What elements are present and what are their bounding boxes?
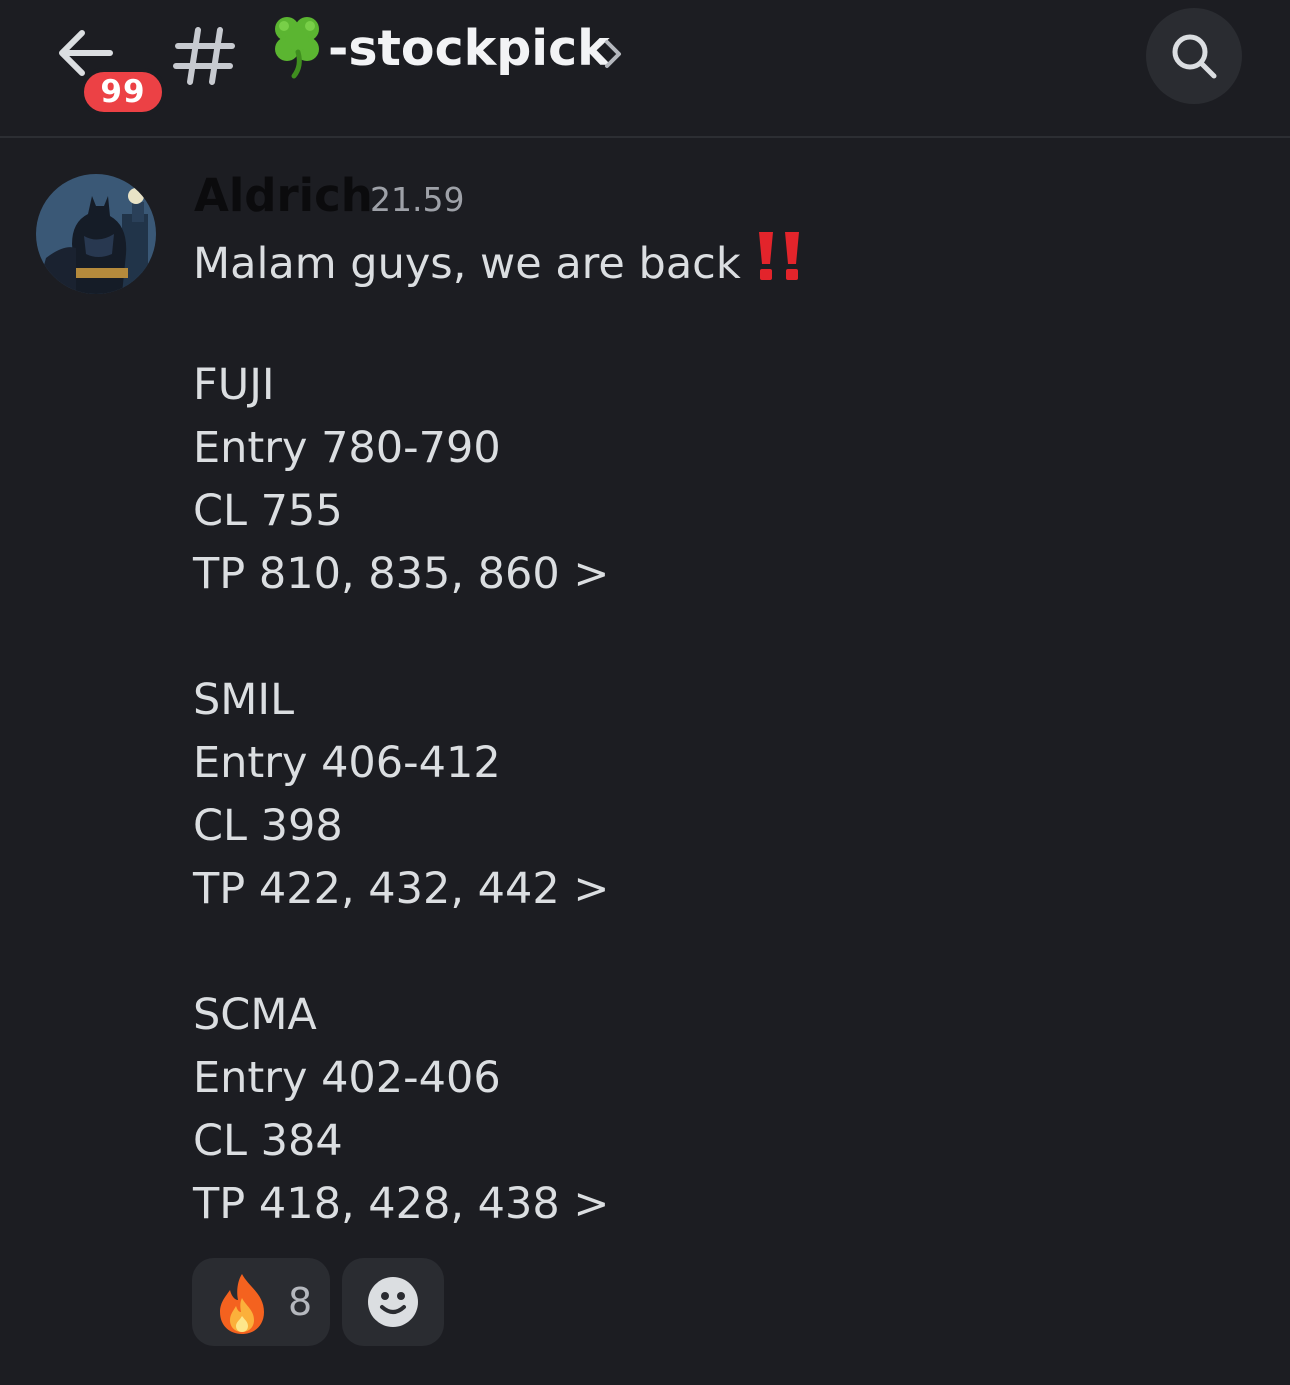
channel-name[interactable]: -stockpick [328, 16, 610, 82]
avatar[interactable] [36, 174, 156, 294]
chevron-right-icon[interactable] [600, 34, 626, 74]
four-leaf-clover-icon [275, 17, 319, 79]
message-greeting-line: Malam guys, we are back [193, 230, 805, 294]
take-profit-line-scma: TP 418, 428, 438 > [193, 1179, 610, 1229]
fire-icon [220, 1274, 264, 1334]
channel-header: 99 -stockpick [0, 0, 1290, 138]
entry-line-fuji: Entry 780-790 [193, 423, 501, 473]
take-profit-line-smil: TP 422, 432, 442 > [193, 864, 610, 914]
stock-ticker-smil: SMIL [193, 675, 295, 725]
cut-loss-line-smil: CL 398 [193, 801, 343, 851]
unread-badge: 99 [80, 68, 166, 116]
message-timestamp: 21.59 [370, 180, 465, 219]
cut-loss-line-scma: CL 384 [193, 1116, 343, 1166]
entry-line-smil: Entry 406-412 [193, 738, 501, 788]
avatar-image [36, 174, 156, 294]
double-exclamation-icon [758, 232, 799, 280]
search-icon [1172, 34, 1217, 79]
stock-ticker-scma: SCMA [193, 990, 317, 1040]
reaction-count: 8 [288, 1280, 313, 1324]
take-profit-line-fuji: TP 810, 835, 860 > [193, 549, 610, 599]
hash-icon [173, 27, 235, 85]
add-reaction-button[interactable] [342, 1258, 444, 1346]
smiley-add-reaction-icon [368, 1277, 418, 1327]
message-author[interactable]: Aldrich [194, 166, 373, 226]
search-button[interactable] [1146, 8, 1242, 104]
entry-line-scma: Entry 402-406 [193, 1053, 501, 1103]
cut-loss-line-fuji: CL 755 [193, 486, 343, 536]
stock-ticker-fuji: FUJI [193, 360, 275, 410]
message-greeting: Malam guys, we are back [193, 239, 741, 289]
